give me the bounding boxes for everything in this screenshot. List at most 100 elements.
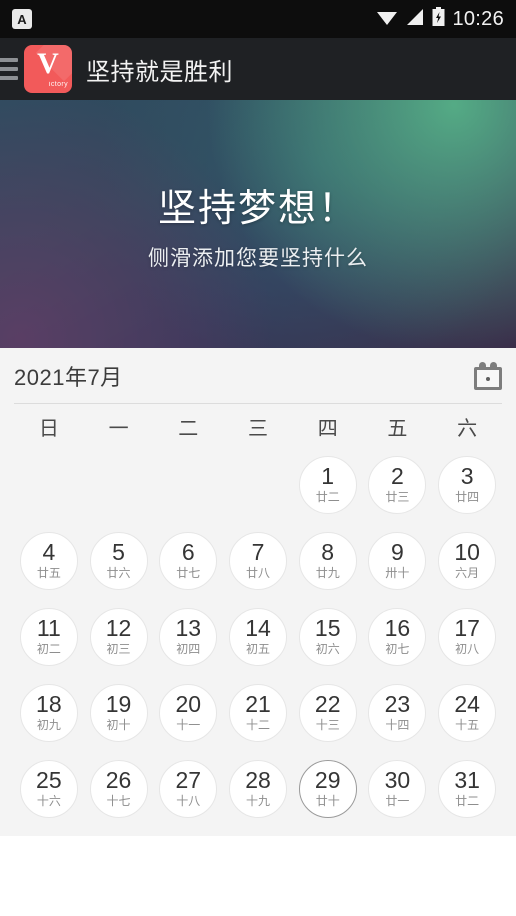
- calendar-cell: 24 十五: [432, 676, 502, 750]
- calendar-day[interactable]: 23 十四: [368, 684, 427, 742]
- calendar-day[interactable]: 27 十八: [159, 760, 218, 818]
- calendar-day[interactable]: 5 廿六: [89, 532, 148, 590]
- calendar-day[interactable]: 6 廿七: [159, 532, 218, 590]
- calendar-day-lunar: 十五: [455, 718, 480, 733]
- calendar-cell: 6 廿七: [153, 524, 223, 598]
- calendar-cell: [14, 448, 84, 522]
- calendar-week-row: 18 初九 19 初十 20 十一 21 十二 22 十三 23 十四 24 十五: [14, 676, 502, 750]
- calendar-cell: 4 廿五: [14, 524, 84, 598]
- calendar-day[interactable]: 31 廿二: [438, 760, 497, 818]
- calendar-day[interactable]: 21 十二: [228, 684, 287, 742]
- calendar-day-number: 19: [105, 691, 132, 718]
- weekday-label: 日: [38, 417, 59, 440]
- calendar-cell: [223, 448, 293, 522]
- calendar-day[interactable]: 12 初三: [89, 608, 148, 666]
- calendar-cell: 10 六月: [432, 524, 502, 598]
- calendar-day-lunar: 卅十: [385, 566, 410, 581]
- calendar-day-empty: [90, 456, 148, 514]
- calendar-day[interactable]: 9 卅十: [368, 532, 427, 590]
- calendar-day-number: 21: [245, 691, 271, 718]
- calendar-icon[interactable]: [474, 361, 502, 390]
- calendar-day-lunar: 初四: [176, 642, 201, 657]
- calendar-day[interactable]: 11 初二: [19, 608, 78, 666]
- calendar-day[interactable]: 22 十三: [298, 684, 357, 742]
- hamburger-menu-icon[interactable]: [0, 38, 18, 100]
- calendar-week-row: 4 廿五 5 廿六 6 廿七 7 廿八 8 廿九 9 卅十 10 六月: [14, 524, 502, 598]
- calendar-day[interactable]: 15 初六: [298, 608, 357, 666]
- calendar-cell: 14 初五: [223, 600, 293, 674]
- calendar-cell: 1 廿二: [293, 448, 363, 522]
- calendar-day[interactable]: 4 廿五: [19, 532, 78, 590]
- calendar-day[interactable]: 30 廿一: [368, 760, 427, 818]
- calendar-day[interactable]: 16 初七: [368, 608, 427, 666]
- calendar-cell: 13 初四: [153, 600, 223, 674]
- calendar-day-lunar: 廿四: [455, 490, 480, 505]
- calendar-day[interactable]: 10 六月: [438, 532, 497, 590]
- calendar-day-lunar: 十四: [385, 718, 410, 733]
- calendar-day-number: 25: [36, 767, 62, 794]
- calendar-day-number: 12: [105, 615, 132, 642]
- calendar-panel: 2021年7月 日 一 二 三 四 五 六 1 廿二 2 廿三 3 廿四 4 廿五 5 廿六 6 廿七…: [0, 348, 516, 836]
- calendar-cell: 11 初二: [14, 600, 84, 674]
- calendar-day-lunar: 十一: [176, 718, 201, 733]
- wifi-icon: [376, 8, 398, 31]
- calendar-day-number: 11: [36, 615, 61, 642]
- weekday-label: 四: [317, 417, 338, 440]
- calendar-cell: 20 十一: [153, 676, 223, 750]
- calendar-header: 2021年7月: [14, 348, 502, 404]
- calendar-day[interactable]: 7 廿八: [228, 532, 287, 590]
- calendar-week-row: 1 廿二 2 廿三 3 廿四: [14, 448, 502, 522]
- calendar-cell: 30 廿一: [363, 752, 433, 826]
- calendar-cell: 31 廿二: [432, 752, 502, 826]
- calendar-cell: 16 初七: [363, 600, 433, 674]
- calendar-cell: 21 十二: [223, 676, 293, 750]
- hero-banner: 坚持梦想！ 侧滑添加您要坚持什么: [0, 100, 516, 348]
- calendar-icon-dot: [486, 376, 490, 381]
- hamburger-bar: [0, 58, 18, 62]
- calendar-day-lunar: 廿九: [315, 566, 340, 581]
- calendar-day[interactable]: 13 初四: [159, 608, 218, 666]
- calendar-day-lunar: 十三: [315, 718, 340, 733]
- calendar-day[interactable]: 28 十九: [228, 760, 287, 818]
- calendar-day[interactable]: 29 廿十: [298, 760, 357, 818]
- calendar-cell: 15 初六: [293, 600, 363, 674]
- calendar-day[interactable]: 8 廿九: [298, 532, 357, 590]
- calendar-day[interactable]: 17 初八: [438, 608, 497, 666]
- calendar-day[interactable]: 18 初九: [19, 684, 78, 742]
- logo-wordmark: ictory: [48, 81, 68, 88]
- calendar-cell: 17 初八: [432, 600, 502, 674]
- calendar-day[interactable]: 2 廿三: [368, 456, 427, 514]
- calendar-day-number: 18: [36, 691, 62, 718]
- calendar-day-number: 29: [314, 767, 341, 794]
- calendar-day-empty: [20, 456, 78, 514]
- calendar-day-number: 20: [175, 691, 202, 718]
- calendar-day[interactable]: 24 十五: [438, 684, 497, 742]
- calendar-cell: 2 廿三: [363, 448, 433, 522]
- weekday-label: 三: [247, 417, 268, 440]
- calendar-day-number: 2: [391, 463, 404, 490]
- app-title: 坚持就是胜利: [86, 58, 233, 86]
- calendar-day-lunar: 廿二: [315, 490, 340, 505]
- calendar-cell: 9 卅十: [363, 524, 433, 598]
- calendar-day-empty: [229, 456, 287, 514]
- hero-subtitle: 侧滑添加您要坚持什么: [148, 246, 368, 270]
- calendar-weekday-header: 日 一 二 三 四 五 六: [14, 404, 502, 448]
- calendar-day[interactable]: 3 廿四: [438, 456, 497, 514]
- calendar-day[interactable]: 26 十七: [89, 760, 148, 818]
- calendar-day-number: 1: [321, 463, 335, 490]
- calendar-day-lunar: 初七: [385, 642, 410, 657]
- calendar-cell: 23 十四: [363, 676, 433, 750]
- calendar-day[interactable]: 1 廿二: [298, 456, 357, 514]
- calendar-day[interactable]: 25 十六: [19, 760, 78, 818]
- hamburger-bar: [0, 76, 18, 80]
- calendar-week-row: 25 十六 26 十七 27 十八 28 十九 29 廿十 30 廿一 31 廿二: [14, 752, 502, 826]
- calendar-day[interactable]: 20 十一: [159, 684, 218, 742]
- calendar-day[interactable]: 19 初十: [89, 684, 148, 742]
- ime-indicator-icon: A: [12, 9, 32, 29]
- calendar-day[interactable]: 14 初五: [228, 608, 287, 666]
- signal-icon: [405, 8, 425, 31]
- calendar-cell: 12 初三: [84, 600, 154, 674]
- status-bar-clock: 10:26: [452, 7, 504, 30]
- calendar-day-number: 30: [384, 767, 411, 794]
- calendar-day-number: 16: [384, 615, 411, 642]
